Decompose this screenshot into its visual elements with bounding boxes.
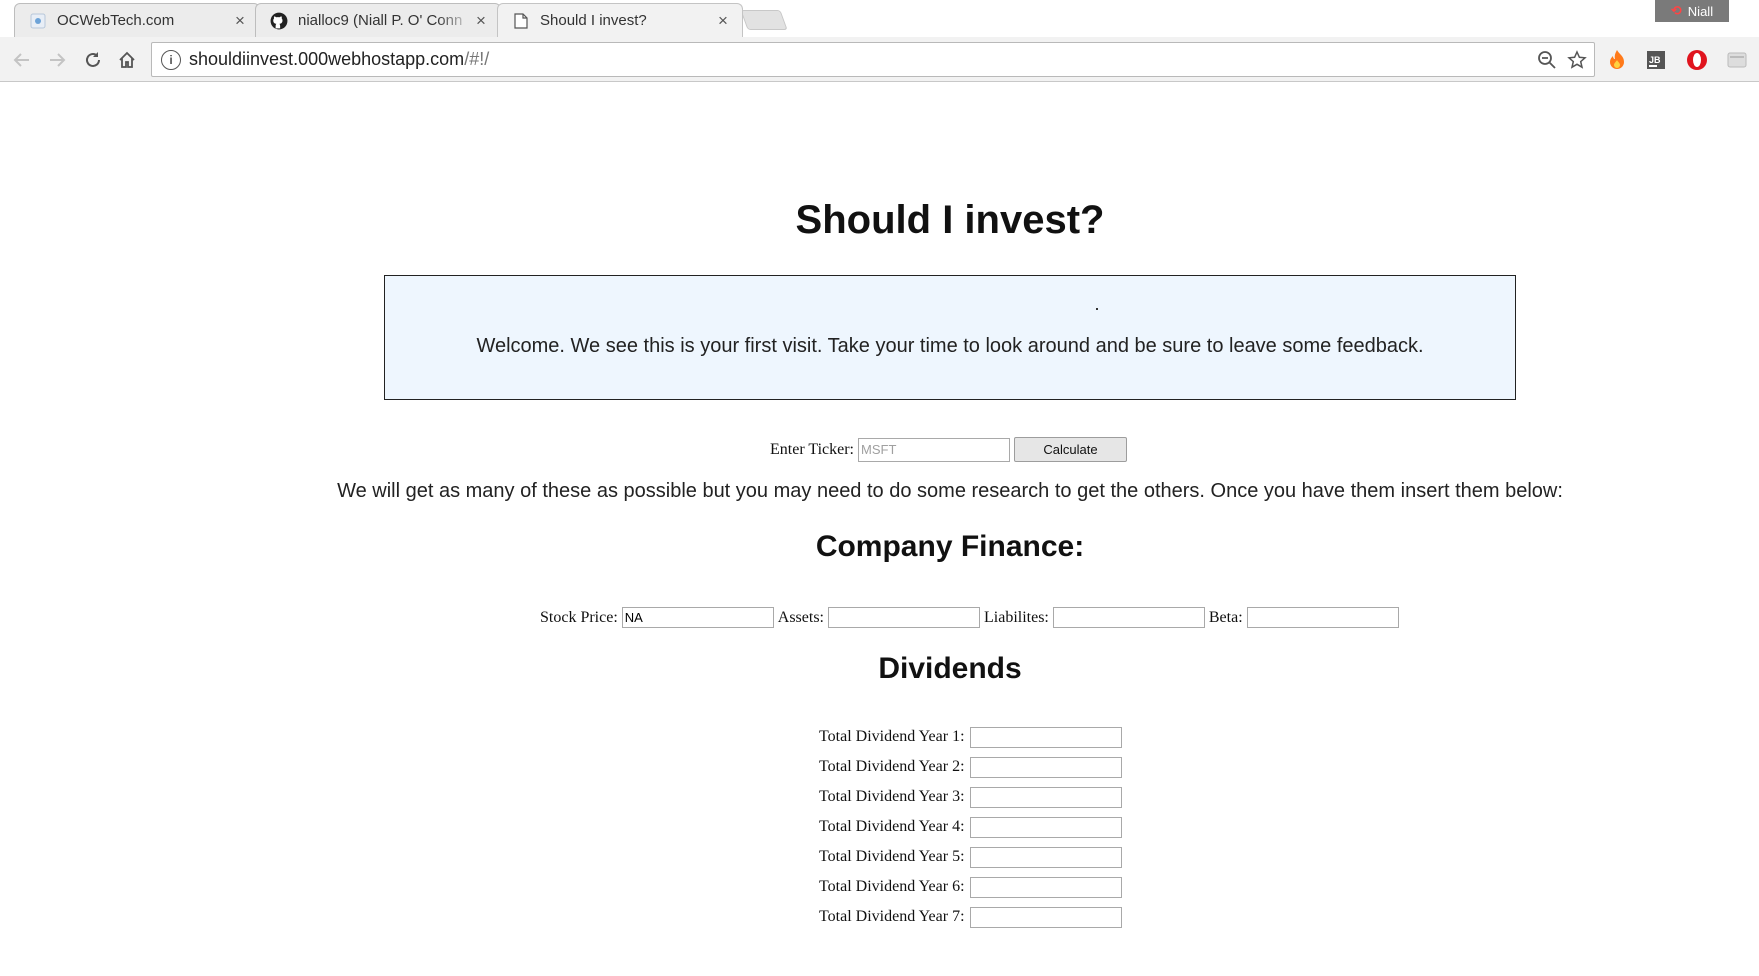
- assets-input[interactable]: [828, 607, 980, 628]
- tab-title: Should I invest?: [540, 12, 647, 29]
- dividend-row: Total Dividend Year 1:: [819, 722, 1126, 752]
- ticker-input[interactable]: [858, 437, 1010, 462]
- back-button[interactable]: [8, 46, 36, 74]
- liabilities-label: Liabilites:: [984, 608, 1049, 626]
- dividend-label: Total Dividend Year 3:: [819, 788, 965, 805]
- dividend-label: Total Dividend Year 7:: [819, 908, 965, 925]
- dividend-year-4-input[interactable]: [969, 816, 1122, 838]
- dividend-row: Total Dividend Year 5:: [819, 842, 1126, 872]
- dividend-year-6-input[interactable]: [969, 876, 1122, 898]
- dividend-label: Total Dividend Year 4:: [819, 818, 965, 835]
- back-arrow-icon: [13, 53, 29, 67]
- document-icon: [512, 12, 530, 30]
- welcome-banner: Welcome. We see this is your first visit…: [384, 275, 1516, 400]
- github-icon: [270, 12, 288, 30]
- stock-price-input[interactable]: [621, 607, 774, 628]
- extension-icon[interactable]: [1724, 47, 1750, 73]
- page-title: Should I invest?: [795, 198, 1105, 242]
- home-icon: [119, 51, 135, 68]
- dividend-row: Total Dividend Year 2:: [819, 752, 1126, 782]
- dividend-row: Total Dividend Year 4:: [819, 812, 1126, 842]
- close-tab-icon[interactable]: ×: [472, 11, 490, 30]
- dividend-year-1-input[interactable]: [969, 726, 1122, 748]
- tab-title: OCWebTech.com: [57, 12, 175, 29]
- dividend-label: Total Dividend Year 6:: [819, 878, 965, 895]
- dividend-year-5-input[interactable]: [969, 846, 1122, 868]
- profile-name: Niall: [1687, 3, 1714, 19]
- dividend-label: Total Dividend Year 1:: [819, 728, 965, 745]
- jb-extension-icon[interactable]: JB: [1643, 47, 1669, 73]
- ticker-form: Enter Ticker: Calculate: [770, 437, 1127, 462]
- company-finance-fields: Stock Price: Assets: Liabilites: Beta:: [540, 607, 1403, 628]
- dividends-fields: Total Dividend Year 1: Total Dividend Ye…: [819, 722, 1126, 932]
- dividend-year-3-input[interactable]: [969, 786, 1122, 808]
- dividend-label: Total Dividend Year 5:: [819, 848, 965, 865]
- dividend-row: Total Dividend Year 6:: [819, 872, 1126, 902]
- company-finance-heading: Company Finance:: [815, 530, 1085, 563]
- dividend-year-2-input[interactable]: [969, 756, 1122, 778]
- forward-button[interactable]: [43, 46, 71, 74]
- ticker-label: Enter Ticker:: [770, 440, 854, 458]
- profile-icon: ⟲: [1670, 3, 1682, 18]
- new-tab-button[interactable]: [740, 10, 788, 30]
- reload-button[interactable]: [79, 46, 107, 74]
- reload-icon: [86, 52, 100, 67]
- assets-label: Assets:: [777, 608, 824, 626]
- stock-price-label: Stock Price:: [540, 608, 618, 626]
- dividend-row: Total Dividend Year 3:: [819, 782, 1126, 812]
- ocwebtech-icon: [29, 12, 47, 30]
- address-bar[interactable]: i shouldiinvest.000webhostapp.com/#!/: [151, 42, 1595, 77]
- beta-label: Beta:: [1208, 608, 1243, 626]
- profile-button[interactable]: ⟲ Niall: [1655, 0, 1729, 22]
- tab-title: nialloc9 (Niall P. O' Conn: [298, 12, 463, 29]
- calculate-button[interactable]: Calculate: [1014, 437, 1127, 462]
- opera-extension-icon[interactable]: [1684, 47, 1710, 73]
- dividends-heading: Dividends: [878, 652, 1022, 685]
- browser-tabstrip: OCWebTech.com × nialloc9 (Niall P. O' Co…: [0, 0, 1759, 37]
- forward-arrow-icon: [50, 53, 66, 67]
- browser-toolbar: i shouldiinvest.000webhostapp.com/#!/ JB: [0, 37, 1759, 82]
- svg-text:JB: JB: [1649, 55, 1661, 65]
- banner-dot: [1096, 308, 1098, 310]
- home-button[interactable]: [113, 46, 141, 74]
- dividend-row: Total Dividend Year 7:: [819, 902, 1126, 932]
- welcome-message: Welcome. We see this is your first visit…: [476, 335, 1424, 357]
- address-url[interactable]: shouldiinvest.000webhostapp.com/#!/: [189, 49, 1534, 70]
- dividend-label: Total Dividend Year 2:: [819, 758, 965, 775]
- liabilities-input[interactable]: [1052, 607, 1205, 628]
- dividend-year-7-input[interactable]: [969, 906, 1122, 928]
- close-tab-icon[interactable]: ×: [714, 11, 732, 30]
- tab-ocwebtech[interactable]: OCWebTech.com ×: [14, 3, 260, 37]
- site-info-icon[interactable]: i: [161, 49, 181, 70]
- zoom-icon[interactable]: [1534, 47, 1560, 73]
- url-path: /#!/: [464, 49, 490, 69]
- instructions-text: We will get as many of these as possible…: [337, 480, 1563, 502]
- url-host: shouldiinvest.000webhostapp.com: [189, 49, 465, 69]
- beta-input[interactable]: [1246, 607, 1399, 628]
- tab-github[interactable]: nialloc9 (Niall P. O' Conn ×: [255, 3, 501, 37]
- fire-extension-icon[interactable]: [1604, 47, 1630, 73]
- tab-should-i-invest[interactable]: Should I invest? ×: [497, 3, 743, 37]
- close-tab-icon[interactable]: ×: [231, 11, 249, 30]
- bookmark-star-icon[interactable]: [1564, 47, 1590, 73]
